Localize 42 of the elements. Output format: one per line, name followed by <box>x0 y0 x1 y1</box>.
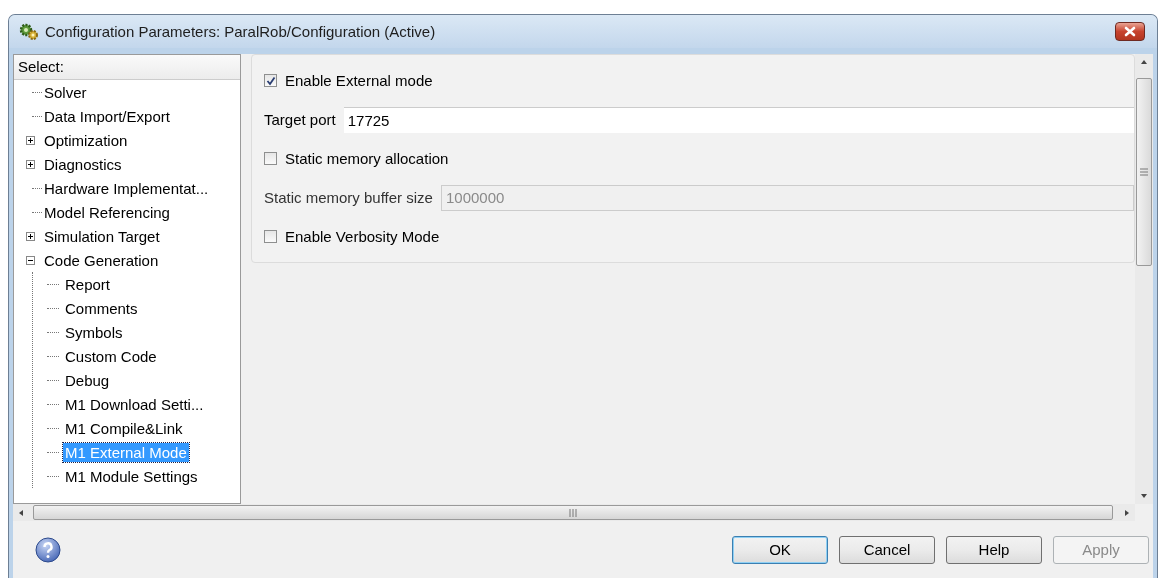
scroll-thumb[interactable] <box>1136 78 1152 266</box>
close-icon[interactable] <box>1123 26 1137 37</box>
checkbox[interactable] <box>264 230 277 243</box>
tree-heading: Select: <box>14 55 240 80</box>
tree-item[interactable]: Comments <box>63 298 140 318</box>
tree-item[interactable]: Diagnostics <box>42 154 124 174</box>
tree-item[interactable]: M1 Compile&Link <box>63 418 185 438</box>
collapse-icon[interactable] <box>26 255 35 265</box>
field-label: Target port <box>264 111 336 128</box>
gears-icon <box>19 22 39 41</box>
checkbox[interactable] <box>264 74 277 87</box>
close-button[interactable] <box>1115 22 1145 41</box>
field-label: Static memory buffer size <box>264 189 433 206</box>
tree-item[interactable]: Hardware Implementat... <box>42 178 211 198</box>
expand-icon[interactable] <box>26 135 35 145</box>
tree-item[interactable]: M1 Download Setti... <box>63 394 206 414</box>
tree-item[interactable]: Data Import/Export <box>42 106 172 126</box>
expand-icon[interactable] <box>26 159 35 169</box>
dialog-button[interactable]: Cancel <box>839 535 935 564</box>
tree-item[interactable]: Solver <box>42 82 89 102</box>
horizontal-scrollbar[interactable] <box>13 504 1135 521</box>
tree-item[interactable]: Code Generation <box>42 250 161 270</box>
tree-item[interactable]: Custom Code <box>63 346 159 366</box>
tree-item[interactable]: Report <box>63 274 113 294</box>
tree-item[interactable]: Simulation Target <box>42 226 162 246</box>
dialog-button[interactable]: OK <box>732 535 828 564</box>
help-icon[interactable] <box>35 536 61 563</box>
checkbox-label: Enable External mode <box>285 72 433 89</box>
scroll-thumb[interactable] <box>33 505 1113 520</box>
checkbox-label: Static memory allocation <box>285 150 449 167</box>
tree-item[interactable]: Debug <box>63 370 112 390</box>
dialog-button[interactable]: Help <box>946 535 1042 564</box>
tree-item[interactable]: Model Referencing <box>42 202 172 222</box>
window-title: Configuration Parameters: ParalRob/Configuration (Active) <box>45 23 436 40</box>
expand-icon[interactable] <box>26 231 35 241</box>
checkbox-label: Enable Verbosity Mode <box>285 228 440 245</box>
tree-item[interactable]: M1 Module Settings <box>63 466 200 486</box>
tree-item[interactable]: Optimization <box>42 130 130 150</box>
checkbox[interactable] <box>264 152 277 165</box>
input-field[interactable]: 17725 <box>343 106 1134 133</box>
vertical-scrollbar[interactable] <box>1135 54 1153 504</box>
tree-item[interactable]: Symbols <box>63 322 125 342</box>
